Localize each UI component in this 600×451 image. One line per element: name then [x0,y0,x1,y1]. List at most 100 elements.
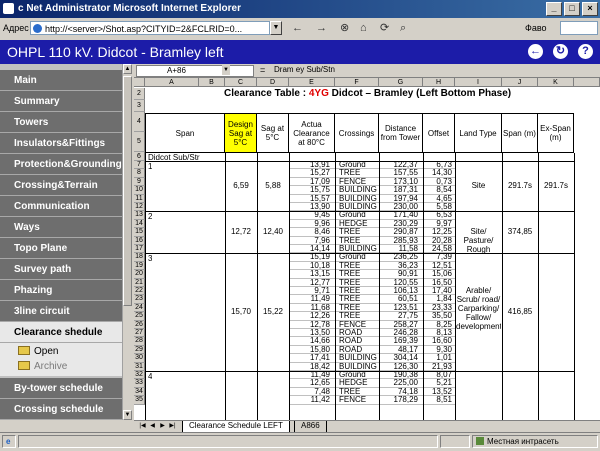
tab-first-icon[interactable]: |◀ [138,422,147,431]
row-header[interactable]: 27 [134,329,145,338]
submenu-archive[interactable]: Archive [18,360,67,374]
row-header[interactable]: 15 [134,228,145,237]
sidebar-item-crossing-terrain[interactable]: Crossing&Terrain [0,175,122,196]
column-divider [225,153,226,420]
row-header[interactable]: 20 [134,270,145,279]
col-header-k[interactable]: K [538,78,574,87]
sidebar-item-main[interactable]: Main [0,70,122,91]
row-header[interactable]: 6 [134,152,145,161]
formula-content[interactable]: Dram ey Sub/Stn [274,65,335,74]
sidebar-item-protection[interactable]: Protection&Grounding [0,154,122,175]
refresh-icon[interactable]: ⟳ [380,22,389,34]
row-header[interactable]: 4 [134,112,145,132]
home-icon[interactable]: ⌂ [360,22,367,34]
col-header-j[interactable]: J [502,78,538,87]
span-divider [145,161,574,162]
spreadsheet: A+86 ▼ = Dram ey Sub/Stn A B C D E F G H… [134,64,600,420]
row-header[interactable]: 14 [134,219,145,229]
col-header-a[interactable]: A [145,78,199,87]
col-header-g[interactable]: G [379,78,423,87]
row-header[interactable]: 17 [134,245,145,254]
row-header[interactable]: 12 [134,203,145,212]
sidebar-item-summary[interactable]: Summary [0,91,122,112]
row-header[interactable]: 21 [134,278,145,287]
row-header[interactable]: 11 [134,194,145,203]
col-header-b[interactable]: B [199,78,225,87]
sidebar-item-crossing-schedule[interactable]: Crossing schedule [0,399,122,420]
col-header-i[interactable]: I [455,78,502,87]
sidebar-item-insulators[interactable]: Insulators&Fittings [0,133,122,154]
sidebar-item-clearance-shedule[interactable]: Clearance shedule [0,322,122,343]
name-box-dropdown-icon[interactable]: ▼ [222,65,230,75]
back-icon[interactable]: ← [292,22,303,34]
scroll-down-icon[interactable]: ▼ [123,410,132,420]
sidebar-item-topo-plane[interactable]: Topo Plane [0,238,122,259]
row-header[interactable]: 13 [134,211,145,220]
search-icon[interactable]: ⌕ [400,22,406,34]
row-header[interactable]: 5 [134,132,145,152]
minimize-button[interactable]: _ [546,2,562,16]
row-header[interactable]: 32 [134,371,145,380]
sidebar-item-communication[interactable]: Communication [0,196,122,217]
horizontal-scrollbar[interactable] [514,422,598,432]
row-header[interactable]: 35 [134,396,145,405]
stop-icon[interactable]: ⊗ [340,22,349,34]
sidebar-item-survey-path[interactable]: Survey path [0,259,122,280]
row-header[interactable]: 22 [134,287,145,296]
land-type-value: Site/ Pasture/ Rough [463,227,494,255]
col-header-c[interactable]: C [225,78,257,87]
row-header[interactable]: 24 [134,303,145,313]
span-number: 3 [148,254,153,264]
scroll-thumb[interactable] [123,76,132,306]
tab-prev-icon[interactable]: ◀ [148,422,157,431]
col-header-f[interactable]: F [335,78,379,87]
row-header[interactable]: 23 [134,295,145,304]
col-header-h[interactable]: H [423,78,455,87]
header-sag: Sag at 5°C [257,113,289,153]
row-header[interactable]: 3 [134,100,145,112]
row-header[interactable]: 8 [134,169,145,178]
address-input[interactable]: http://<server>/Shot.asp?CITYID=2&FCLRID… [30,21,270,35]
sidebar-item-phazing[interactable]: Phazing [0,280,122,301]
row-header[interactable]: 33 [134,379,145,388]
help-circle-icon[interactable]: ? [578,44,593,59]
row-header[interactable]: 29 [134,345,145,355]
favorites-dropdown[interactable] [560,21,598,35]
tab-next-icon[interactable]: ▶ [158,422,167,431]
sidebar-item-3line-circuit[interactable]: 3line circuit [0,301,122,322]
row-header[interactable]: 28 [134,337,145,346]
col-header-d[interactable]: D [257,78,289,87]
row-header[interactable]: 2 [134,88,145,100]
favorites-label[interactable]: Фаво [525,23,547,33]
address-dropdown-icon[interactable]: ▼ [270,21,282,35]
sidebar-item-towers[interactable]: Towers [0,112,122,133]
design-sag-value: 15,70 [230,307,252,317]
forward-icon[interactable]: → [316,22,327,34]
tab-last-icon[interactable]: ▶| [168,422,177,431]
scroll-up-icon[interactable]: ▲ [123,64,132,74]
row-header[interactable]: 34 [134,387,145,397]
close-button[interactable]: × [582,2,598,16]
sidebar-item-by-tower-schedule[interactable]: By-tower schedule [0,378,122,399]
row-header[interactable]: 30 [134,354,145,363]
row-header[interactable]: 10 [134,186,145,195]
maximize-button[interactable]: □ [564,2,580,16]
col-header-extra[interactable] [574,78,600,87]
row-header[interactable]: 9 [134,177,145,187]
row-header[interactable]: 16 [134,236,145,245]
col-header-e[interactable]: E [289,78,335,87]
refresh-circle-icon[interactable]: ↻ [553,44,568,59]
row-header[interactable]: 25 [134,312,145,321]
submenu-open[interactable]: Open [18,345,58,359]
corner-cell[interactable] [134,78,145,87]
sidebar-item-ways[interactable]: Ways [0,217,122,238]
header-span-m: Span (m) [502,113,538,153]
back-circle-icon[interactable]: ← [528,44,543,59]
name-box[interactable]: A+86 [136,65,254,77]
sidebar-scrollbar[interactable]: ▲ ▼ [122,64,132,420]
row-header[interactable]: 31 [134,362,145,371]
row-header[interactable]: 18 [134,253,145,262]
row-header[interactable]: 7 [134,161,145,170]
row-header[interactable]: 19 [134,261,145,271]
row-header[interactable]: 26 [134,320,145,329]
